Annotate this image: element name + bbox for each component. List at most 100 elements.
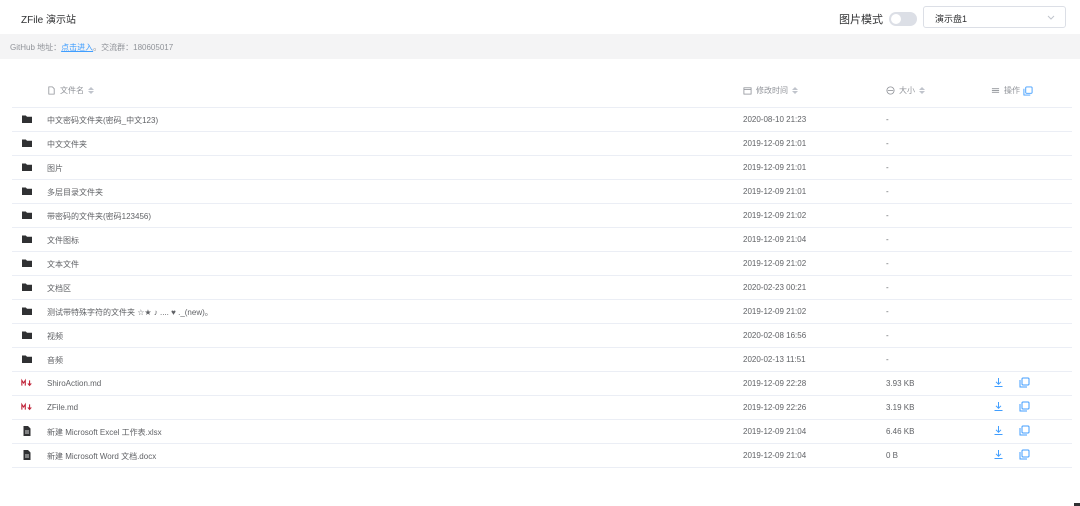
markdown-icon [21, 378, 32, 387]
document-icon [23, 426, 31, 436]
file-name[interactable]: 中文文件夹 [47, 139, 87, 150]
file-name[interactable]: 文件图标 [47, 235, 79, 246]
table-row[interactable]: 测试带特殊字符的文件夹 ☆★ ♪ .... ♥ ._(new)。 2019-12-… [12, 300, 1072, 324]
folder-icon [22, 187, 32, 195]
modified-time: 2019-12-09 21:04 [743, 427, 807, 436]
modified-time: 2019-12-09 21:02 [743, 307, 807, 316]
modified-time: 2019-12-09 21:01 [743, 187, 807, 196]
column-action-header: 操作 [991, 85, 1037, 96]
file-name[interactable]: ZFile.md [47, 403, 78, 412]
file-name[interactable]: 图片 [47, 163, 63, 174]
table-row[interactable]: 文件图标 2019-12-09 21:04 - [12, 228, 1072, 252]
column-time-header[interactable]: 修改时间 [743, 85, 798, 96]
table-header: 文件名 修改时间 大小 操作 [12, 78, 1072, 108]
file-name[interactable]: ShiroAction.md [47, 379, 101, 388]
drive-select[interactable]: 演示盘1 [923, 6, 1066, 28]
file-size: - [886, 355, 889, 364]
file-size: - [886, 331, 889, 340]
modified-time: 2020-02-08 16:56 [743, 331, 807, 340]
copy-icon[interactable] [1019, 449, 1030, 460]
file-name[interactable]: 新建 Microsoft Excel 工作表.xlsx [47, 427, 162, 438]
file-name[interactable]: 文档区 [47, 283, 71, 294]
file-name[interactable]: 多层目录文件夹 [47, 187, 103, 198]
image-mode-control: 图片模式 [839, 11, 917, 27]
download-icon[interactable] [993, 449, 1004, 460]
file-size: - [886, 283, 889, 292]
modified-time: 2019-12-09 22:28 [743, 379, 807, 388]
disk-icon [886, 86, 895, 95]
table-row[interactable]: 多层目录文件夹 2019-12-09 21:01 - [12, 180, 1072, 204]
folder-icon [22, 331, 32, 339]
file-size: 6.46 KB [886, 427, 915, 436]
file-name[interactable]: 带密码的文件夹(密码123456) [47, 211, 151, 222]
file-size: 0 B [886, 451, 899, 460]
copy-icon[interactable] [1019, 377, 1030, 388]
folder-icon [22, 355, 32, 363]
folder-icon [22, 211, 32, 219]
modified-time: 2020-02-13 11:51 [743, 355, 806, 364]
column-name-label: 文件名 [60, 86, 84, 95]
modified-time: 2019-12-09 21:02 [743, 211, 807, 220]
modified-time: 2019-12-09 21:01 [743, 163, 807, 172]
file-size: 3.93 KB [886, 379, 915, 388]
column-size-label: 大小 [899, 86, 915, 95]
download-icon[interactable] [993, 425, 1004, 436]
modified-time: 2019-12-09 21:01 [743, 139, 807, 148]
copy-all-icon[interactable] [1023, 85, 1033, 96]
file-size: - [886, 235, 889, 244]
table-body: 中文密码文件夹(密码_中文123) 2020-08-10 21:23 - 中文文件夹 2… [12, 108, 1072, 468]
download-icon[interactable] [993, 401, 1004, 412]
file-name[interactable]: 新建 Microsoft Word 文档.docx [47, 451, 156, 462]
image-mode-toggle[interactable] [889, 12, 917, 26]
file-size: - [886, 259, 889, 268]
file-icon [48, 86, 55, 95]
copy-icon[interactable] [1019, 425, 1030, 436]
info-separator: 。 [93, 43, 102, 52]
modified-time: 2019-12-09 21:02 [743, 259, 807, 268]
column-time-label: 修改时间 [756, 86, 788, 95]
folder-icon [22, 163, 32, 171]
column-size-header[interactable]: 大小 [886, 85, 925, 96]
file-size: - [886, 211, 889, 220]
file-name[interactable]: 音频 [47, 355, 63, 366]
modified-time: 2020-08-10 21:23 [743, 115, 807, 124]
file-name[interactable]: 文本文件 [47, 259, 79, 270]
table-row[interactable]: 音频 2020-02-13 11:51 - [12, 348, 1072, 372]
column-action-label: 操作 [1004, 86, 1020, 95]
file-size: - [886, 307, 889, 316]
column-name-header[interactable]: 文件名 [47, 85, 94, 96]
copy-icon[interactable] [1019, 401, 1030, 412]
github-label: GitHub 地址： [10, 43, 62, 52]
table-row[interactable]: 新建 Microsoft Excel 工作表.xlsx 2019-12-09 21… [12, 420, 1072, 444]
table-row[interactable]: 带密码的文件夹(密码123456) 2019-12-09 21:02 - [12, 204, 1072, 228]
table-row[interactable]: 图片 2019-12-09 21:01 - [12, 156, 1072, 180]
table-row[interactable]: ZFile.md 2019-12-09 22:26 3.19 KB [12, 396, 1072, 420]
table-row[interactable]: 文档区 2020-02-23 00:21 - [12, 276, 1072, 300]
file-name[interactable]: 中文密码文件夹(密码_中文123) [47, 115, 158, 126]
table-row[interactable]: 视频 2020-02-08 16:56 - [12, 324, 1072, 348]
markdown-icon [21, 402, 32, 411]
table-row[interactable]: ShiroAction.md 2019-12-09 22:28 3.93 KB [12, 372, 1072, 396]
folder-icon [22, 259, 32, 267]
github-link[interactable]: 点击进入 [61, 43, 93, 52]
file-size: 3.19 KB [886, 403, 915, 412]
table-row[interactable]: 文本文件 2019-12-09 21:02 - [12, 252, 1072, 276]
site-title: ZFile 演示站 [21, 15, 76, 26]
table-row[interactable]: 新建 Microsoft Word 文档.docx 2019-12-09 21:0… [12, 444, 1072, 468]
calendar-icon [743, 87, 752, 95]
sort-icon[interactable] [88, 87, 94, 94]
table-row[interactable]: 中文文件夹 2019-12-09 21:01 - [12, 132, 1072, 156]
info-text: GitHub 地址：点击进入。交流群：180605017 [10, 42, 173, 53]
sort-icon[interactable] [792, 87, 798, 94]
folder-icon [22, 283, 32, 291]
table-row[interactable]: 中文密码文件夹(密码_中文123) 2020-08-10 21:23 - [12, 108, 1072, 132]
download-icon[interactable] [993, 377, 1004, 388]
modified-time: 2019-12-09 21:04 [743, 451, 807, 460]
file-name[interactable]: 测试带特殊字符的文件夹 ☆★ ♪ .... ♥ ._(new)。 [47, 307, 213, 318]
file-name[interactable]: 视频 [47, 331, 63, 342]
info-bar: GitHub 地址：点击进入。交流群：180605017 [0, 34, 1080, 59]
sort-icon[interactable] [919, 87, 925, 94]
group-info: 交流群：180605017 [101, 43, 174, 52]
toggle-knob [891, 14, 901, 24]
chevron-down-icon [1047, 15, 1055, 20]
